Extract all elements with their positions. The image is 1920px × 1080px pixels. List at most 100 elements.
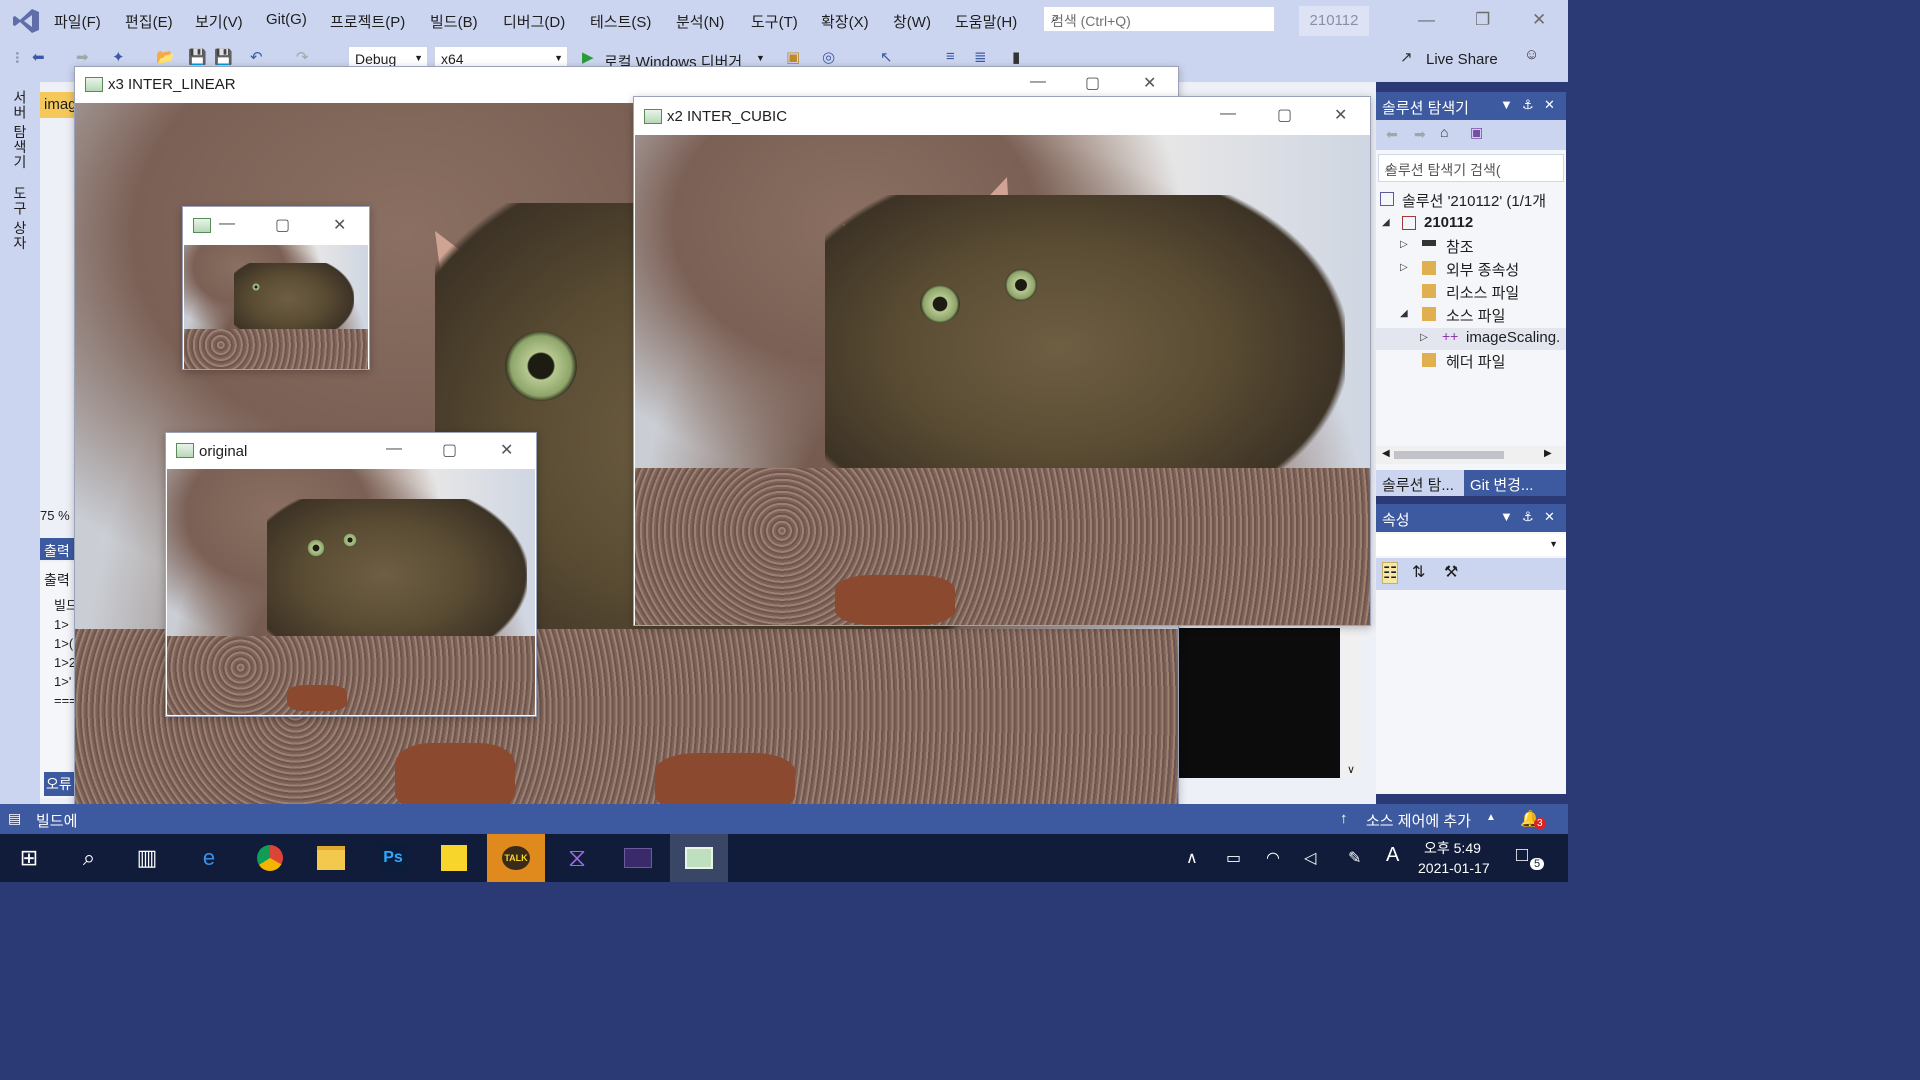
switch-view-icon[interactable]: ▣ bbox=[1470, 124, 1483, 141]
tree-item-cpp-file[interactable]: ▷ ++ imageScaling. bbox=[1376, 328, 1566, 350]
menu-git[interactable]: Git(G) bbox=[266, 11, 307, 28]
new-project-icon[interactable]: ✦ bbox=[112, 48, 125, 66]
photoshop-icon[interactable]: Ps bbox=[364, 834, 422, 882]
collapsed-icon[interactable]: ▷ bbox=[1400, 262, 1408, 273]
clock-time[interactable]: 오후 5:49 bbox=[1424, 838, 1481, 858]
back-icon[interactable]: ⬅ bbox=[1386, 126, 1398, 143]
close-icon[interactable]: ✕ bbox=[1334, 105, 1347, 125]
start-icon[interactable]: ⊞ bbox=[0, 834, 58, 882]
chrome-icon[interactable] bbox=[241, 834, 299, 882]
menu-analyze[interactable]: 분석(N) bbox=[676, 11, 724, 32]
expanded-icon[interactable]: ◢ bbox=[1400, 308, 1408, 319]
tab-solution-explorer[interactable]: 솔루션 탐... bbox=[1382, 474, 1454, 495]
outdent-icon[interactable]: ≣ bbox=[974, 48, 987, 66]
solution-name-badge[interactable]: 210112 bbox=[1299, 6, 1369, 36]
restore-icon[interactable]: ❐ bbox=[1475, 10, 1490, 30]
window-x2-inter-cubic[interactable]: x2 INTER_CUBIC — ▢ ✕ bbox=[633, 96, 1371, 626]
home-icon[interactable]: ⌂ bbox=[1440, 124, 1448, 140]
image-viewer-icon[interactable] bbox=[670, 834, 728, 882]
pin-icon[interactable]: ⚓ bbox=[1522, 509, 1534, 525]
chevron-up-icon[interactable]: ▲ bbox=[1486, 812, 1496, 823]
forward-icon[interactable]: ➡ bbox=[1414, 126, 1426, 143]
toolbox-tab[interactable]: 도구 상자 bbox=[10, 186, 30, 251]
redo-icon[interactable]: ↷ bbox=[296, 48, 309, 66]
categorized-icon[interactable]: ☷ bbox=[1382, 562, 1399, 584]
internet-explorer-icon[interactable]: e bbox=[180, 834, 238, 882]
menu-edit[interactable]: 편집(E) bbox=[125, 11, 173, 32]
file-explorer-icon[interactable] bbox=[302, 834, 360, 882]
live-share-icon[interactable]: ↗ bbox=[1400, 48, 1413, 66]
maximize-icon[interactable]: ▢ bbox=[1277, 105, 1292, 125]
expanded-icon[interactable]: ◢ bbox=[1382, 217, 1390, 228]
chevron-down-icon[interactable]: ▼ bbox=[1549, 539, 1558, 549]
action-center-icon[interactable]: □ bbox=[1516, 844, 1528, 867]
menu-test[interactable]: 테스트(S) bbox=[590, 11, 651, 32]
minimize-icon[interactable]: — bbox=[1030, 73, 1046, 91]
property-pages-icon[interactable]: ⚒ bbox=[1444, 562, 1458, 582]
camera-icon[interactable]: ◎ bbox=[822, 48, 835, 66]
scroll-down-icon[interactable]: ∨ bbox=[1347, 763, 1355, 776]
vertical-scrollbar[interactable]: ∨ bbox=[1342, 628, 1362, 778]
browse-icon[interactable]: ▣ bbox=[786, 48, 800, 66]
wifi-icon[interactable]: ◠ bbox=[1266, 848, 1280, 868]
forward-icon[interactable]: ➡ bbox=[76, 48, 89, 66]
feedback-icon[interactable]: ☺ bbox=[1524, 46, 1539, 63]
live-share-button[interactable]: Live Share bbox=[1426, 51, 1498, 68]
visual-studio-logo-icon[interactable] bbox=[12, 8, 40, 34]
sticky-notes-icon[interactable] bbox=[425, 834, 483, 882]
menu-view[interactable]: 보기(V) bbox=[195, 11, 243, 32]
back-icon[interactable]: ⬅ bbox=[32, 48, 45, 66]
scroll-left-icon[interactable]: ◀ bbox=[1382, 448, 1390, 459]
minimize-icon[interactable]: — bbox=[386, 440, 402, 458]
visual-studio-icon[interactable]: ⧖ bbox=[548, 834, 606, 882]
chevron-down-icon[interactable]: ▼ bbox=[1500, 97, 1513, 112]
close-icon[interactable]: ✕ bbox=[1544, 509, 1555, 525]
close-icon[interactable]: ✕ bbox=[1143, 73, 1156, 93]
scroll-right-icon[interactable]: ▶ bbox=[1544, 448, 1552, 459]
search-input[interactable]: 검색 (Ctrl+Q) ⌕ bbox=[1043, 6, 1275, 32]
solution-search-input[interactable]: 솔루션 탐색기 검색( ⌕ bbox=[1378, 154, 1564, 182]
kakaotalk-icon[interactable]: TALK bbox=[487, 834, 545, 882]
collapsed-icon[interactable]: ▷ bbox=[1400, 239, 1408, 250]
pen-icon[interactable]: ✎ bbox=[1348, 848, 1361, 868]
window-titlebar[interactable]: — ▢ ✕ bbox=[183, 207, 369, 245]
menu-debug[interactable]: 디버그(D) bbox=[503, 11, 565, 32]
chevron-down-icon[interactable]: ▼ bbox=[1500, 509, 1513, 524]
sort-alpha-icon[interactable]: ⇅ bbox=[1412, 562, 1425, 582]
menu-window[interactable]: 창(W) bbox=[893, 11, 931, 32]
window-titlebar[interactable]: original — ▢ ✕ bbox=[166, 433, 536, 469]
window-titlebar[interactable]: x2 INTER_CUBIC — ▢ ✕ bbox=[634, 97, 1370, 135]
minimize-icon[interactable]: — bbox=[219, 215, 235, 233]
close-icon[interactable]: ✕ bbox=[500, 440, 513, 460]
menu-extensions[interactable]: 확장(X) bbox=[821, 11, 869, 32]
indent-icon[interactable]: ≡ bbox=[946, 48, 955, 65]
volume-icon[interactable]: ◁ bbox=[1304, 848, 1316, 868]
close-icon[interactable]: ✕ bbox=[1544, 97, 1555, 113]
output-panel-title[interactable]: 출력 bbox=[40, 538, 76, 560]
pin-icon[interactable]: ⚓ bbox=[1522, 97, 1534, 113]
maximize-icon[interactable]: ▢ bbox=[275, 215, 290, 235]
minimize-icon[interactable]: — bbox=[1220, 105, 1236, 123]
battery-icon[interactable]: ▭ bbox=[1226, 848, 1241, 868]
minimize-icon[interactable]: — bbox=[1418, 10, 1435, 30]
menu-project[interactable]: 프로젝트(P) bbox=[330, 11, 405, 32]
terminal-icon[interactable] bbox=[609, 834, 667, 882]
window-downscaled[interactable]: — ▢ ✕ bbox=[182, 206, 370, 370]
tab-git-changes[interactable]: Git 변경... bbox=[1464, 470, 1566, 496]
ime-indicator[interactable]: A bbox=[1386, 844, 1399, 867]
close-icon[interactable]: ✕ bbox=[1532, 10, 1546, 30]
properties-object-select[interactable]: ▼ bbox=[1376, 534, 1566, 556]
task-view-icon[interactable]: ▥ bbox=[118, 834, 176, 882]
menu-tools[interactable]: 도구(T) bbox=[751, 11, 798, 32]
bookmark-icon[interactable]: ▮ bbox=[1012, 48, 1020, 66]
window-original[interactable]: original — ▢ ✕ bbox=[165, 432, 537, 717]
play-icon[interactable]: ▶ bbox=[582, 48, 594, 66]
scrollbar-thumb[interactable] bbox=[1394, 451, 1504, 459]
horizontal-scrollbar[interactable]: ◀ ▶ bbox=[1376, 446, 1566, 464]
menu-help[interactable]: 도움말(H) bbox=[955, 11, 1017, 32]
menu-file[interactable]: 파일(F) bbox=[54, 11, 101, 32]
editor-tab[interactable]: imag bbox=[40, 92, 77, 118]
menu-build[interactable]: 빌드(B) bbox=[430, 11, 478, 32]
chevron-up-icon[interactable]: ∧ bbox=[1186, 848, 1198, 868]
close-icon[interactable]: ✕ bbox=[333, 215, 346, 235]
